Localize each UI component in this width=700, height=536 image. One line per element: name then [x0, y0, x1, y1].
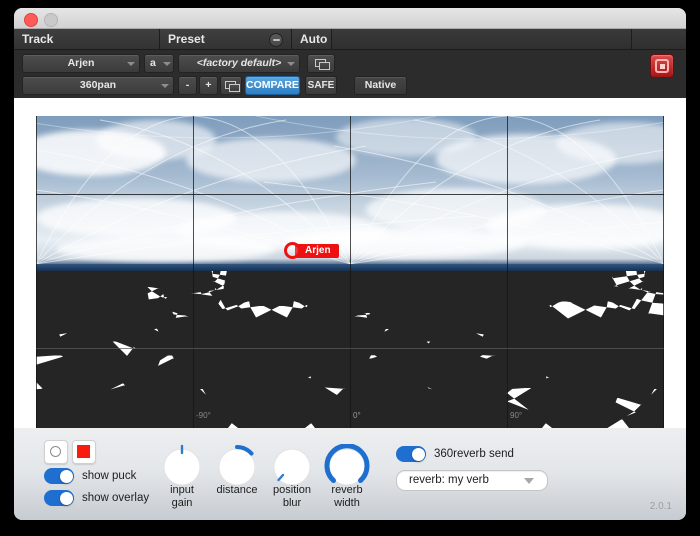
puck-record-button[interactable] — [72, 440, 96, 464]
toolbar-spacer — [332, 29, 632, 49]
grid-line-horizontal — [36, 194, 664, 195]
show-puck-toggle[interactable] — [44, 468, 74, 484]
track-name-dropdown[interactable]: Arjen — [22, 54, 140, 73]
safe-button[interactable]: SAFE — [305, 76, 337, 95]
grid-line-vertical — [193, 116, 194, 428]
knob-input-gain[interactable]: input gain — [159, 444, 205, 495]
grid-line-horizontal — [36, 348, 664, 349]
show-puck-label: show puck — [82, 468, 136, 484]
app-root: Track Preset Auto Arjen a 360pan — [0, 0, 700, 536]
auto-section-header: Auto — [292, 29, 332, 49]
reverb-select-value: reverb: my verb — [409, 471, 489, 490]
track-channel-dropdown[interactable]: a — [144, 54, 174, 73]
preset-dropdown[interactable]: <factory default> — [178, 54, 300, 73]
copy-icon — [221, 78, 243, 95]
track-section-header: Track — [14, 29, 160, 49]
plugin-window: Track Preset Auto Arjen a 360pan — [14, 8, 686, 520]
plugin-toolbar: Track Preset Auto Arjen a 360pan — [14, 29, 686, 100]
grid-line-vertical — [36, 116, 37, 428]
plugin-name-label: 360pan — [80, 79, 116, 91]
preset-header-label: Preset — [168, 32, 205, 46]
automation-icon — [311, 56, 333, 73]
plugin-name-dropdown[interactable]: 360pan — [22, 76, 174, 95]
toolbar-header-row: Track Preset Auto — [14, 29, 686, 50]
square-icon — [77, 445, 90, 458]
grid-line-vertical — [507, 116, 508, 428]
automation-button[interactable] — [307, 54, 335, 73]
degree-label-minus90: -90° — [196, 411, 211, 420]
compare-button[interactable]: COMPARE — [245, 76, 300, 95]
reverb-send-label: 360reverb send — [434, 446, 514, 462]
reverb-select[interactable]: reverb: my verb — [396, 470, 548, 491]
knob-reverb-width[interactable]: reverb width — [324, 444, 370, 495]
preset-copy-button[interactable] — [220, 76, 242, 95]
grid-line-vertical — [663, 116, 664, 428]
chevron-down-icon — [163, 62, 171, 66]
native-button[interactable]: Native — [354, 76, 407, 95]
panorama-viewport[interactable]: -90° 0° 90° Arjen — [14, 98, 686, 428]
puck-handle[interactable] — [284, 242, 301, 259]
chevron-down-icon — [287, 62, 295, 66]
reverb-send-toggle[interactable] — [396, 446, 426, 462]
preset-section-header: Preset — [160, 29, 292, 49]
preset-next-button[interactable]: + — [199, 76, 218, 95]
track-name-label: Arjen — [68, 57, 95, 69]
show-overlay-toggle[interactable] — [44, 490, 74, 506]
show-overlay-label: show overlay — [82, 490, 149, 506]
close-button[interactable] — [24, 13, 38, 27]
degree-label-zero: 0° — [353, 411, 361, 420]
puck-circle-button[interactable] — [44, 440, 68, 464]
preset-name-label: <factory default> — [197, 57, 282, 69]
knob-position-blur[interactable]: position blur — [269, 444, 315, 495]
grid-line-vertical — [350, 116, 351, 428]
preset-menu-icon[interactable] — [269, 33, 283, 47]
toolbar-right-spacer — [632, 29, 686, 49]
circle-icon — [50, 446, 61, 457]
degree-label-plus90: 90° — [510, 411, 522, 420]
puck-label: Arjen — [295, 244, 339, 258]
knob-distance[interactable]: distance — [214, 444, 260, 495]
panorama-stage[interactable]: -90° 0° 90° Arjen — [36, 116, 664, 428]
chevron-down-icon — [524, 478, 534, 484]
minimize-button[interactable] — [44, 13, 58, 27]
track-channel-label: a — [150, 57, 156, 69]
knob-reverb-width-label: reverb width — [310, 484, 384, 509]
version-label: 2.0.1 — [650, 501, 672, 512]
title-bar — [14, 8, 686, 29]
chevron-down-icon — [127, 62, 135, 66]
control-panel: show puck show overlay input gain — [14, 428, 686, 520]
chevron-down-icon — [161, 84, 169, 88]
bypass-button[interactable] — [650, 54, 674, 78]
preset-previous-button[interactable]: - — [178, 76, 197, 95]
